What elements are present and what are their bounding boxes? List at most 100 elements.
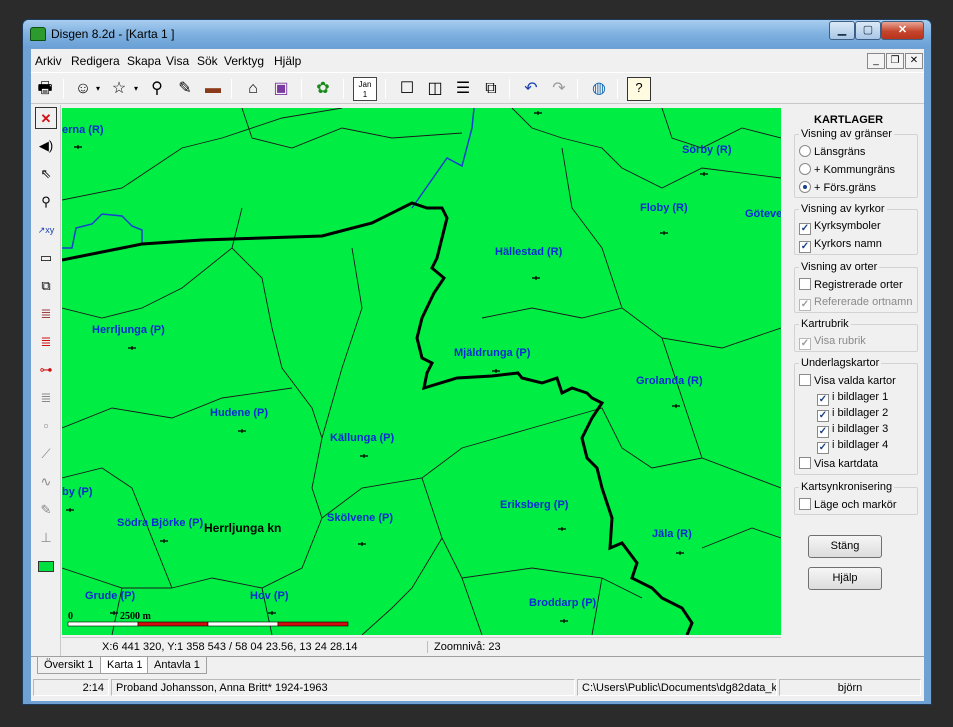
radio-icon	[799, 163, 811, 175]
list-gray-icon[interactable]: ≣	[35, 387, 57, 409]
layout-single-icon[interactable]: ☐	[395, 77, 419, 101]
person-dropdown-icon[interactable]: ▾	[93, 77, 103, 101]
map-canvas[interactable]: erna (R) Sörby (R) Floby (R) Göteve Häll…	[62, 108, 781, 635]
undo-icon[interactable]: ↶	[519, 77, 543, 101]
checkbox-icon	[799, 374, 811, 386]
binoculars-icon[interactable]: ⚲	[145, 77, 169, 101]
checkbox-registrerade-orter[interactable]: Registrerade orter	[799, 278, 903, 292]
place-label: Hudene (P)	[210, 407, 268, 419]
speaker-icon[interactable]: ◀)	[35, 135, 57, 157]
close-button[interactable]: ✕	[881, 21, 924, 40]
title-bar[interactable]: Disgen 8.2d - [Karta 1 ] ▁ ▢ ✕	[23, 20, 931, 48]
pin-tool-icon[interactable]: ⊥	[35, 527, 57, 549]
ruler-icon[interactable]: ▭	[35, 247, 57, 269]
toolbar-separator	[301, 79, 302, 99]
checkbox-visa-valda-kartor[interactable]: Visa valda kartor	[799, 374, 896, 388]
globe-icon[interactable]: ◍	[587, 77, 611, 101]
menu-skapa[interactable]: Skapa	[127, 54, 161, 68]
tab-karta[interactable]: Karta 1	[100, 657, 150, 674]
window-title: Disgen 8.2d - [Karta 1 ]	[51, 27, 175, 41]
close-map-icon[interactable]: ✕	[35, 107, 57, 129]
status-time: 2:14	[33, 679, 109, 696]
toolbar-separator	[509, 79, 510, 99]
edit-notes-icon[interactable]: ✎	[173, 77, 197, 101]
checkbox-checked-icon: ✓	[817, 426, 829, 438]
base-maps-group: Underlagskartor Visa valda kartor ✓ i bil…	[794, 357, 918, 475]
checkbox-checked-icon: ✓	[799, 223, 811, 235]
layout-columns-icon[interactable]: ◫	[423, 77, 447, 101]
radio-forsgrans[interactable]: + Förs.gräns	[799, 181, 876, 195]
pen-tool-icon[interactable]: ✎	[35, 499, 57, 521]
list-icon[interactable]: ≣	[35, 303, 57, 325]
place-label: erna (R)	[62, 124, 104, 136]
help-icon[interactable]: ?	[627, 77, 651, 101]
place-label: Broddarp (P)	[529, 597, 597, 609]
main-toolbar: 🖶 ☺ ▾ ☆ ▾ ⚲ ✎ ▬ ⌂ ▣ ✿ Jan 1 ☐ ◫ ☰ ⧉ ↶ ↷ …	[31, 72, 924, 104]
maximize-button[interactable]: ▢	[855, 21, 881, 40]
line-tool-icon[interactable]: ⟋	[35, 443, 57, 465]
checkbox-bildlager-3[interactable]: ✓ i bildlager 3	[817, 423, 888, 438]
checkbox-bildlager-1[interactable]: ✓ i bildlager 1	[817, 391, 888, 406]
menu-arkiv[interactable]: Arkiv	[35, 54, 62, 68]
menu-verktyg[interactable]: Verktyg	[224, 54, 264, 68]
checkbox-checked-icon: ✓	[799, 338, 811, 350]
menu-redigera[interactable]: Redigera	[71, 54, 120, 68]
checkbox-visa-kartdata[interactable]: Visa kartdata	[799, 457, 878, 471]
document-tabs: Översikt 1 Karta 1 Antavla 1	[31, 656, 924, 674]
pointer-icon[interactable]: ⇖	[35, 163, 57, 185]
mdi-minimize-button[interactable]: _	[867, 53, 885, 69]
mdi-restore-button[interactable]: ❐	[886, 53, 904, 69]
rubric-group: Kartrubrik ✓ Visa rubrik	[794, 318, 918, 352]
home-icon[interactable]: ⌂	[241, 77, 265, 101]
close-panel-button[interactable]: Stäng	[808, 535, 882, 558]
group-title: Visning av orter	[799, 261, 880, 273]
calendar-icon[interactable]: Jan 1	[353, 77, 377, 101]
curve-tool-icon[interactable]: ∿	[35, 471, 57, 493]
redo-icon[interactable]: ↷	[547, 77, 571, 101]
client-area: Arkiv Redigera Skapa Visa Sök Verktyg Hj…	[31, 49, 924, 701]
menu-hjalp[interactable]: Hjälp	[274, 54, 301, 68]
toolbar-separator	[617, 79, 618, 99]
checkbox-bildlager-4[interactable]: ✓ i bildlager 4	[817, 439, 888, 454]
tab-antavla[interactable]: Antavla 1	[147, 657, 207, 674]
search-dropdown-icon[interactable]: ▾	[131, 77, 141, 101]
borders-group: Visning av gränser Länsgräns + Kommungrä…	[794, 128, 918, 198]
menu-visa[interactable]: Visa	[166, 54, 189, 68]
person-icon[interactable]: ☺	[71, 77, 95, 101]
zoom-icon[interactable]: ⚲	[35, 191, 57, 213]
place-label: Floby (R)	[640, 202, 688, 214]
help-button[interactable]: Hjälp	[808, 567, 882, 590]
layers-icon[interactable]: ⧉	[35, 275, 57, 297]
green-rect-icon[interactable]	[35, 555, 57, 577]
layout-rows-icon[interactable]: ☰	[451, 77, 475, 101]
radio-lansgrans[interactable]: Länsgräns	[799, 145, 865, 159]
map-region-icon[interactable]: ✿	[311, 77, 335, 101]
printer-icon[interactable]: 🖶	[33, 77, 57, 101]
person-search-icon[interactable]: ☆	[107, 77, 131, 101]
tab-oversikt[interactable]: Översikt 1	[37, 657, 101, 674]
book-icon[interactable]: ▬	[201, 77, 225, 101]
place-label: Göteve	[745, 208, 781, 220]
tree-icon[interactable]: ⊶	[35, 359, 57, 381]
checkbox-icon	[799, 278, 811, 290]
checkbox-refererade-ortnamn[interactable]: ✓ Refererade ortnamn	[799, 296, 912, 311]
minimize-button[interactable]: ▁	[829, 21, 855, 40]
list-red-icon[interactable]: ≣	[35, 331, 57, 353]
checkbox-visa-rubrik[interactable]: ✓ Visa rubrik	[799, 335, 866, 350]
radio-kommungrans[interactable]: + Kommungräns	[799, 163, 895, 177]
mdi-close-button[interactable]: ✕	[905, 53, 923, 69]
checkbox-kyrkors-namn[interactable]: ✓ Kyrkors namn	[799, 238, 882, 253]
square-icon[interactable]: ▫	[35, 415, 57, 437]
menu-sok[interactable]: Sök	[197, 54, 218, 68]
checkbox-bildlager-2[interactable]: ✓ i bildlager 2	[817, 407, 888, 422]
app-window: Disgen 8.2d - [Karta 1 ] ▁ ▢ ✕ Arkiv Red…	[22, 19, 932, 705]
layout-cascade-icon[interactable]: ⧉	[479, 77, 503, 101]
coordinates-icon[interactable]: ↗xy	[35, 219, 57, 241]
coordinate-readout: X:6 441 320, Y:1 358 543 / 58 04 23.56, …	[102, 641, 358, 653]
checkbox-lage-och-markor[interactable]: Läge och markör	[799, 498, 897, 512]
map-book-icon[interactable]: ▣	[269, 77, 293, 101]
status-bar: 2:14 Proband Johansson, Anna Britt* 1924…	[31, 677, 924, 697]
menu-bar: Arkiv Redigera Skapa Visa Sök Verktyg Hj…	[31, 49, 924, 71]
churches-group: Visning av kyrkor ✓ Kyrksymboler ✓ Kyrkors…	[794, 203, 918, 255]
checkbox-kyrksymboler[interactable]: ✓ Kyrksymboler	[799, 220, 881, 235]
